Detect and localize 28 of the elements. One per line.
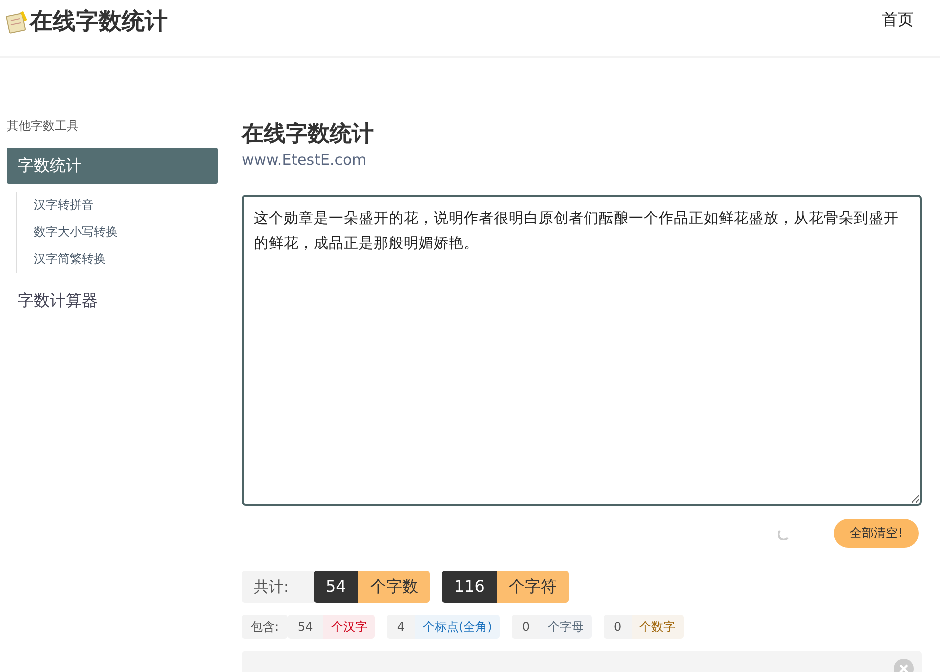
site-logo[interactable]: 在线字数统计 [30,6,168,37]
total-count: 116 [442,571,497,603]
detail-unit: 个数字 [632,615,684,639]
sidebar-subitem[interactable]: 汉字简繁转换 [34,246,218,273]
total-count: 54 [314,571,358,603]
detail-unit: 个字母 [540,615,592,639]
sidebar-item[interactable]: 字数统计 [7,148,218,184]
loading-icon [778,528,790,540]
text-input[interactable]: 这个勋章是一朵盛开的花，说明作者很明白原创者们酝酿一个作品正如鲜花盛放，从花骨朵到盛开的鲜花，成品正是那般明媚娇艳。 [242,195,922,506]
sidebar-item[interactable]: 字数计算器 [7,283,218,319]
nav-link[interactable]: 首页 [882,0,914,31]
detail-count: 0 [512,615,540,639]
detail-count: 54 [288,615,324,639]
site-url: www.EtestE.com [242,150,368,170]
detail-unit: 个标点(全角) [414,615,500,639]
detail-unit: 个汉字 [323,615,376,639]
total-label: 共计: [242,571,314,603]
detail-count: 0 [604,615,632,639]
total-unit: 个字数 [358,571,430,603]
notepad-icon [6,10,30,34]
page-title: 在线字数统计 [242,120,375,149]
total-unit: 个字符 [496,571,569,603]
sidebar-subitem[interactable]: 汉字转拼音 [34,192,218,219]
sidebar-heading: 其他字数工具 [7,118,80,135]
contains-label: 包含: [242,615,288,639]
clear-all-button[interactable]: 全部清空! [834,519,919,548]
detail-count: 4 [387,615,415,639]
sidebar-subitem[interactable]: 数字大小写转换 [34,219,218,246]
